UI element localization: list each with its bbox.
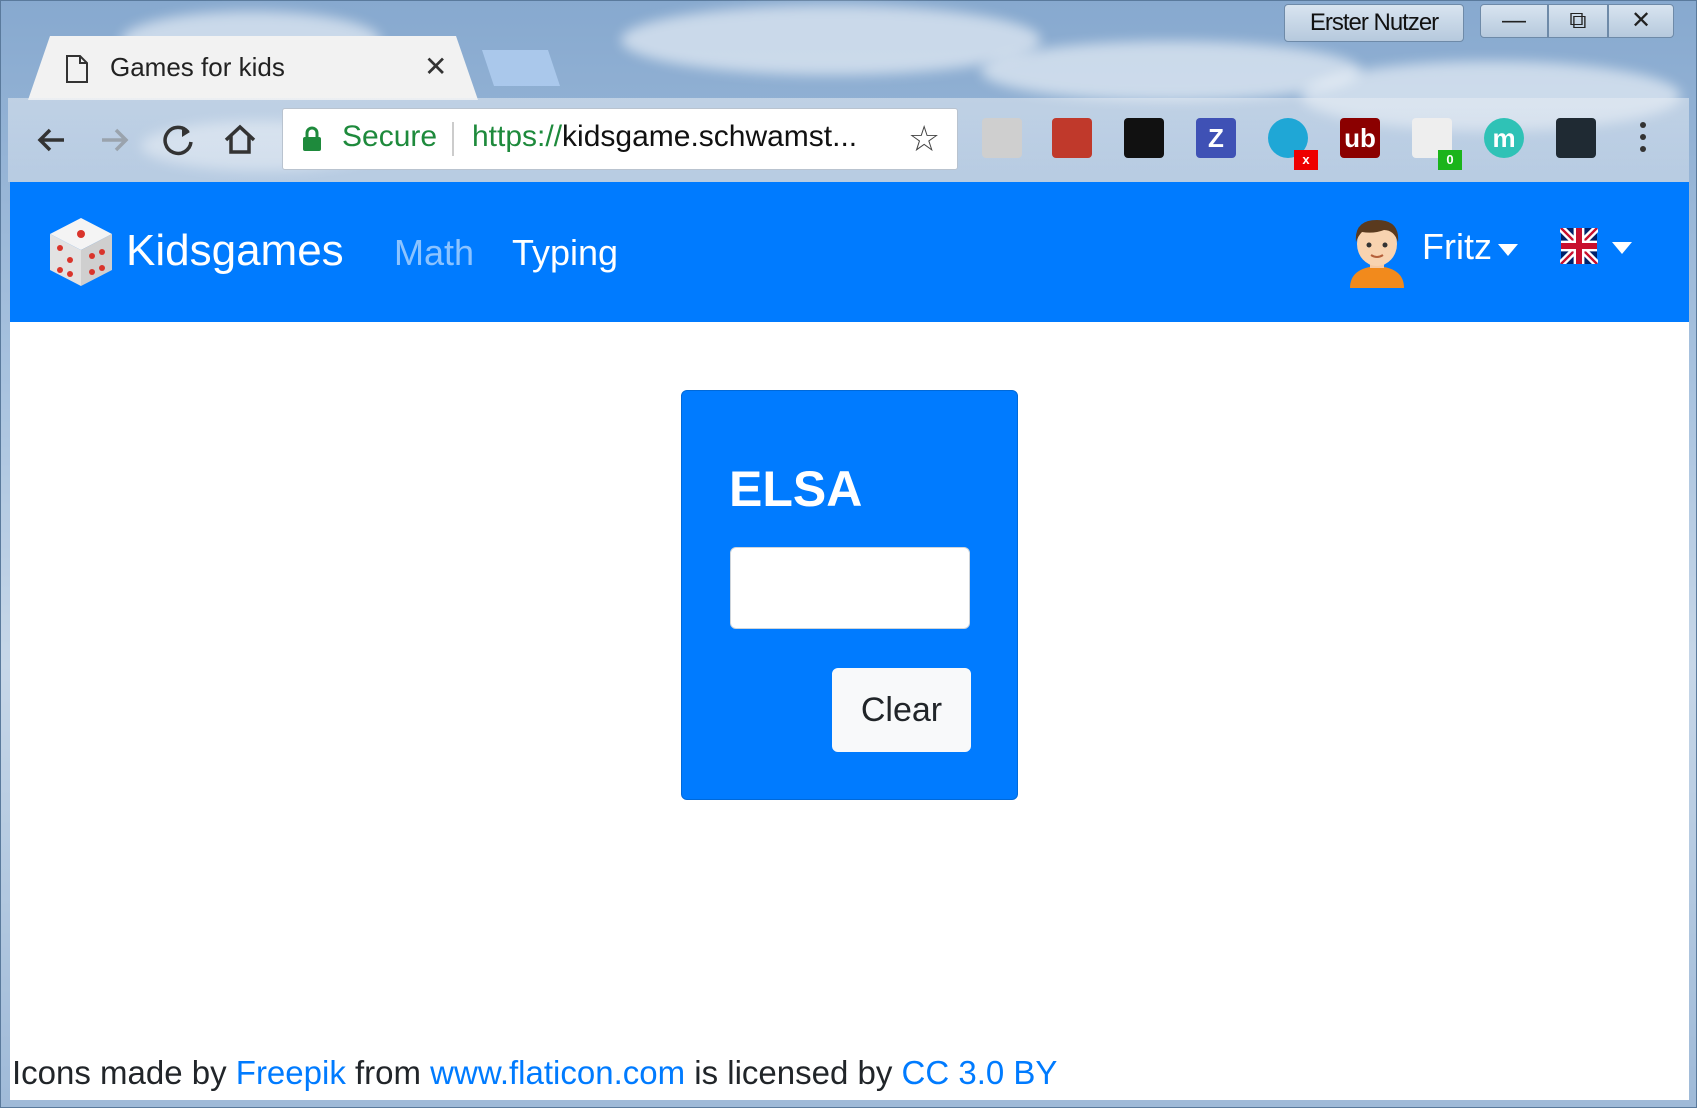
freepik-link[interactable]: Freepik xyxy=(236,1054,346,1091)
profile-button[interactable]: Erster Nutzer xyxy=(1284,4,1464,42)
footer-prefix: Icons made by xyxy=(12,1054,236,1091)
license-link[interactable]: CC 3.0 BY xyxy=(902,1054,1058,1091)
document-icon xyxy=(66,55,88,83)
dice-icon xyxy=(50,218,112,286)
lock-icon xyxy=(303,126,321,151)
forward-button[interactable] xyxy=(92,118,136,162)
maximize-button[interactable]: ⧉ xyxy=(1548,4,1608,38)
attribution-footer: Icons made by Freepik from www.flaticon.… xyxy=(12,1054,1057,1092)
browser-menu-icon[interactable] xyxy=(1636,118,1650,158)
url-text[interactable]: https://kidsgame.schwamst... xyxy=(472,120,857,154)
clear-button[interactable]: Clear xyxy=(832,668,971,752)
avatar-icon[interactable] xyxy=(1344,214,1410,288)
reload-button[interactable] xyxy=(156,118,200,162)
footer-mid-licensed: is licensed by xyxy=(685,1054,902,1091)
user-caret-icon[interactable] xyxy=(1498,244,1518,256)
react-devtools-icon[interactable] xyxy=(1556,118,1596,158)
nav-link-math[interactable]: Math xyxy=(394,232,474,274)
uk-flag-icon[interactable] xyxy=(1560,228,1598,264)
ublock-icon[interactable]: ub xyxy=(1340,118,1380,158)
tab-close-icon[interactable]: ✕ xyxy=(424,50,447,83)
dropbox-icon[interactable] xyxy=(982,118,1022,158)
privacy-badger-badge: 0 xyxy=(1438,150,1462,170)
maximize-icon: ⧉ xyxy=(1569,7,1587,34)
url-host: kidsgame.schwamst... xyxy=(562,120,858,153)
language-caret-icon[interactable] xyxy=(1612,242,1632,254)
back-button[interactable] xyxy=(30,118,74,162)
home-button[interactable] xyxy=(218,118,262,162)
arrow-right-icon xyxy=(102,128,129,152)
colorful-ext-icon[interactable] xyxy=(1124,118,1164,158)
brand-link[interactable]: Kidsgames xyxy=(126,226,344,276)
lastpass-icon[interactable] xyxy=(1052,118,1092,158)
word-title: ELSA xyxy=(729,461,863,517)
typing-input[interactable] xyxy=(730,547,970,629)
sync-ext-badge: x xyxy=(1294,150,1318,170)
close-window-button[interactable]: ✕ xyxy=(1608,4,1674,38)
minimize-icon: — xyxy=(1502,7,1526,34)
mercury-icon[interactable]: m xyxy=(1484,118,1524,158)
footer-mid-from: from xyxy=(345,1054,431,1091)
close-icon: ✕ xyxy=(1630,7,1652,34)
reload-icon xyxy=(163,125,193,156)
url-scheme: https:// xyxy=(472,120,563,153)
security-label: Secure xyxy=(342,120,438,153)
flaticon-link[interactable]: www.flaticon.com xyxy=(430,1054,685,1091)
bookmark-star-icon[interactable]: ☆ xyxy=(908,118,940,160)
user-menu-toggle[interactable]: Fritz xyxy=(1422,226,1492,268)
new-tab-button[interactable] xyxy=(482,50,560,86)
minimize-button[interactable]: — xyxy=(1480,4,1548,38)
home-icon xyxy=(224,124,256,154)
nav-link-typing[interactable]: Typing xyxy=(512,232,618,274)
omnibox-divider xyxy=(452,122,454,156)
arrow-left-icon xyxy=(37,128,64,152)
zotero-icon[interactable]: Z xyxy=(1196,118,1236,158)
tab-title: Games for kids xyxy=(110,52,285,82)
